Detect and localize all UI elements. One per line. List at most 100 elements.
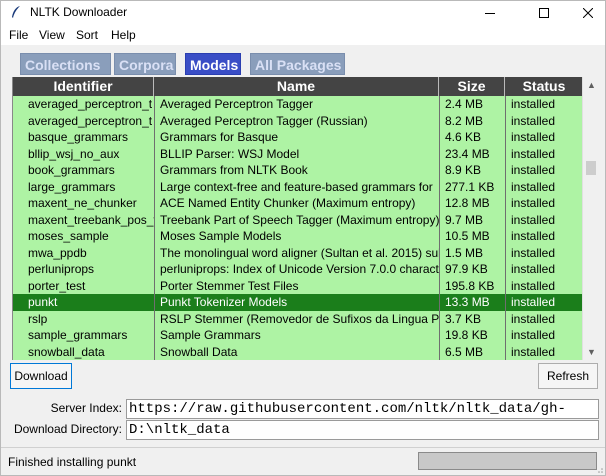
resize-grip-icon[interactable] [595, 465, 603, 473]
download-button[interactable]: Download [10, 363, 72, 389]
table-row[interactable]: snowball_data Snowball Data 6.5 MB installe… [13, 344, 582, 361]
cell-status: installed [511, 245, 556, 260]
cell-size: 6.5 MB [445, 344, 484, 359]
cell-status: installed [511, 229, 556, 243]
table-row[interactable]: bllip_wsj_no_aux BLLIP Parser: WSJ Model 2… [13, 146, 582, 163]
cell-name: Grammars for Basque [160, 130, 279, 144]
cell-name: BLLIP Parser: WSJ Model [160, 146, 300, 161]
cell-name: Porter Stemmer Test Files [160, 278, 299, 293]
cell-name: Grammars from NLTK Book [160, 163, 308, 177]
package-table: Identifier Name Size Status averaged_per… [12, 77, 582, 360]
table-row[interactable]: mwa_ppdb The monolingual word aligner (Su… [13, 245, 582, 262]
cell-id: maxent_ne_chunker [28, 196, 137, 210]
cell-name: RSLP Stemmer (Removedor de Sufixos da Li… [160, 311, 439, 326]
table-row[interactable]: maxent_ne_chunker ACE Named Entity Chunke… [13, 195, 582, 212]
table-row[interactable]: moses_sample Moses Sample Models 10.5 MB in… [13, 228, 582, 245]
tab-corpora[interactable]: Corpora [114, 53, 176, 75]
scroll-down-icon[interactable]: ▼ [587, 347, 596, 357]
cell-name: Large context-free and feature-based gra… [160, 179, 433, 194]
cell-name: ACE Named Entity Chunker (Maximum entrop… [160, 196, 416, 210]
cell-size: 97.9 KB [445, 262, 488, 276]
cell-size: 1.5 MB [445, 245, 484, 260]
maximize-button[interactable] [521, 1, 567, 25]
minimize-button[interactable] [467, 1, 513, 25]
menu-view[interactable]: View [39, 28, 65, 42]
cell-id: bllip_wsj_no_aux [28, 146, 120, 161]
download-directory-field[interactable]: D:\nltk_data [126, 420, 599, 440]
cell-status: installed [511, 295, 556, 309]
table-row[interactable]: perluniprops perluniprops: Index of Unico… [13, 261, 582, 278]
cell-size: 4.6 KB [445, 130, 482, 144]
cell-status: installed [511, 344, 556, 359]
nltk-downloader-window: NLTK Downloader File View Sort Help Coll… [0, 0, 606, 476]
cell-name: Moses Sample Models [160, 229, 282, 243]
tab-collections[interactable]: Collections [20, 53, 111, 75]
minimize-icon [485, 12, 495, 14]
cell-name: The monolingual word aligner (Sultan et … [160, 245, 439, 260]
cell-name: Treebank Part of Speech Tagger (Maximum … [160, 212, 439, 227]
cell-size: 19.8 KB [445, 328, 488, 342]
table-row[interactable]: rslp RSLP Stemmer (Removedor de Sufixos d… [13, 311, 582, 328]
cell-name: Punkt Tokenizer Models [160, 295, 288, 309]
cell-size: 9.7 MB [445, 212, 484, 227]
cell-name: Sample Grammars [160, 328, 261, 342]
cell-status: installed [511, 146, 556, 161]
column-header-status[interactable]: Status [505, 77, 582, 96]
cell-id: averaged_perceptron_t [28, 113, 153, 128]
column-header-identifier[interactable]: Identifier [13, 77, 154, 96]
cell-size: 8.2 MB [445, 113, 484, 128]
column-header-size[interactable]: Size [439, 77, 505, 96]
cell-id: maxent_treebank_pos_t [28, 212, 154, 227]
cell-id: snowball_data [28, 344, 105, 359]
table-row[interactable]: basque_grammars Grammars for Basque 4.6 KB… [13, 129, 582, 146]
cell-id: porter_test [28, 278, 86, 293]
cell-status: installed [511, 179, 556, 194]
cell-id: basque_grammars [28, 130, 129, 144]
column-divider [505, 96, 506, 360]
tab-all-packages[interactable]: All Packages [250, 53, 345, 75]
cell-status: installed [511, 278, 556, 293]
cell-status: installed [511, 97, 556, 111]
scroll-up-icon[interactable]: ▲ [587, 80, 596, 90]
close-button[interactable] [565, 1, 606, 25]
menu-file[interactable]: File [9, 28, 28, 42]
menu-sort[interactable]: Sort [76, 28, 98, 42]
menu-bar: File View Sort Help [1, 25, 605, 45]
cell-status: installed [511, 130, 556, 144]
server-index-field[interactable]: https://raw.githubusercontent.com/nltk/n… [126, 399, 599, 419]
table-row[interactable]: book_grammars Grammars from NLTK Book 8.9 … [13, 162, 582, 179]
cell-id: mwa_ppdb [28, 245, 87, 260]
cell-size: 195.8 KB [445, 278, 495, 293]
table-row[interactable]: porter_test Porter Stemmer Test Files 195.… [13, 278, 582, 295]
tab-models[interactable]: Models [185, 53, 241, 75]
menu-help[interactable]: Help [111, 28, 136, 42]
cell-size: 23.4 MB [445, 146, 490, 161]
cell-status: installed [511, 328, 556, 342]
table-scrollbar[interactable]: ▲ ▼ [582, 77, 599, 360]
title-bar: NLTK Downloader [1, 1, 605, 25]
table-row[interactable]: averaged_perceptron_t Averaged Perceptron… [13, 113, 582, 130]
server-index-label: Server Index: [50, 401, 122, 415]
cell-name: Averaged Perceptron Tagger [160, 97, 313, 111]
table-row[interactable]: large_grammars Large context-free and fea… [13, 179, 582, 196]
column-header-name[interactable]: Name [154, 77, 439, 96]
refresh-button[interactable]: Refresh [538, 363, 598, 389]
cell-status: installed [511, 311, 556, 326]
table-row[interactable]: averaged_perceptron_t Averaged Perceptron… [13, 96, 582, 113]
cell-id: sample_grammars [28, 328, 128, 342]
cell-status: installed [511, 212, 556, 227]
cell-status: installed [511, 196, 556, 210]
cell-size: 8.9 KB [445, 163, 482, 177]
progress-bar [418, 452, 597, 470]
table-row[interactable]: maxent_treebank_pos_t Treebank Part of Sp… [13, 212, 582, 229]
table-header: Identifier Name Size Status [13, 77, 582, 96]
cell-id: punkt [28, 295, 58, 309]
feather-icon [12, 6, 20, 18]
table-row[interactable]: sample_grammars Sample Grammars 19.8 KB ins… [13, 327, 582, 344]
cell-id: averaged_perceptron_t [28, 97, 153, 111]
download-directory-label: Download Directory: [13, 422, 122, 436]
column-divider [154, 96, 155, 360]
scroll-thumb[interactable] [586, 161, 596, 175]
cell-id: book_grammars [28, 163, 115, 177]
table-row[interactable]: punkt Punkt Tokenizer Models 13.3 MB instal… [13, 294, 582, 311]
